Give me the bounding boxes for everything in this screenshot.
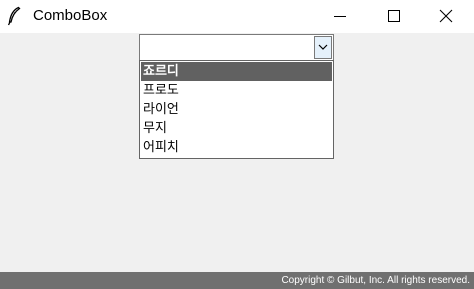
- list-item[interactable]: 무지: [141, 119, 332, 138]
- maximize-button[interactable]: [372, 0, 418, 33]
- combobox-input[interactable]: [142, 37, 312, 58]
- copyright-text: Copyright © Gilbut, Inc. All rights rese…: [281, 275, 470, 286]
- list-item[interactable]: 프로도: [141, 81, 332, 100]
- list-item[interactable]: 라이언: [141, 100, 332, 119]
- app-window: ComboBox 죠르디 프로도 라이언 무지 어피치 Copyright © …: [0, 0, 474, 289]
- feather-icon: [6, 6, 22, 26]
- window-title: ComboBox: [33, 7, 108, 24]
- close-button[interactable]: [424, 0, 470, 33]
- title-bar[interactable]: ComboBox: [0, 0, 474, 33]
- footer-bar: Copyright © Gilbut, Inc. All rights rese…: [0, 272, 474, 289]
- minimize-button[interactable]: [318, 0, 364, 33]
- chevron-down-icon: [318, 44, 328, 50]
- list-item[interactable]: 어피치: [141, 138, 332, 157]
- list-item[interactable]: 죠르디: [141, 62, 332, 81]
- combobox-dropdown-list: 죠르디 프로도 라이언 무지 어피치: [139, 60, 334, 159]
- close-icon: [439, 9, 453, 23]
- maximize-icon: [388, 10, 400, 22]
- combobox-dropdown-button[interactable]: [314, 36, 332, 59]
- minimize-icon: [334, 16, 346, 17]
- combobox[interactable]: [139, 34, 334, 61]
